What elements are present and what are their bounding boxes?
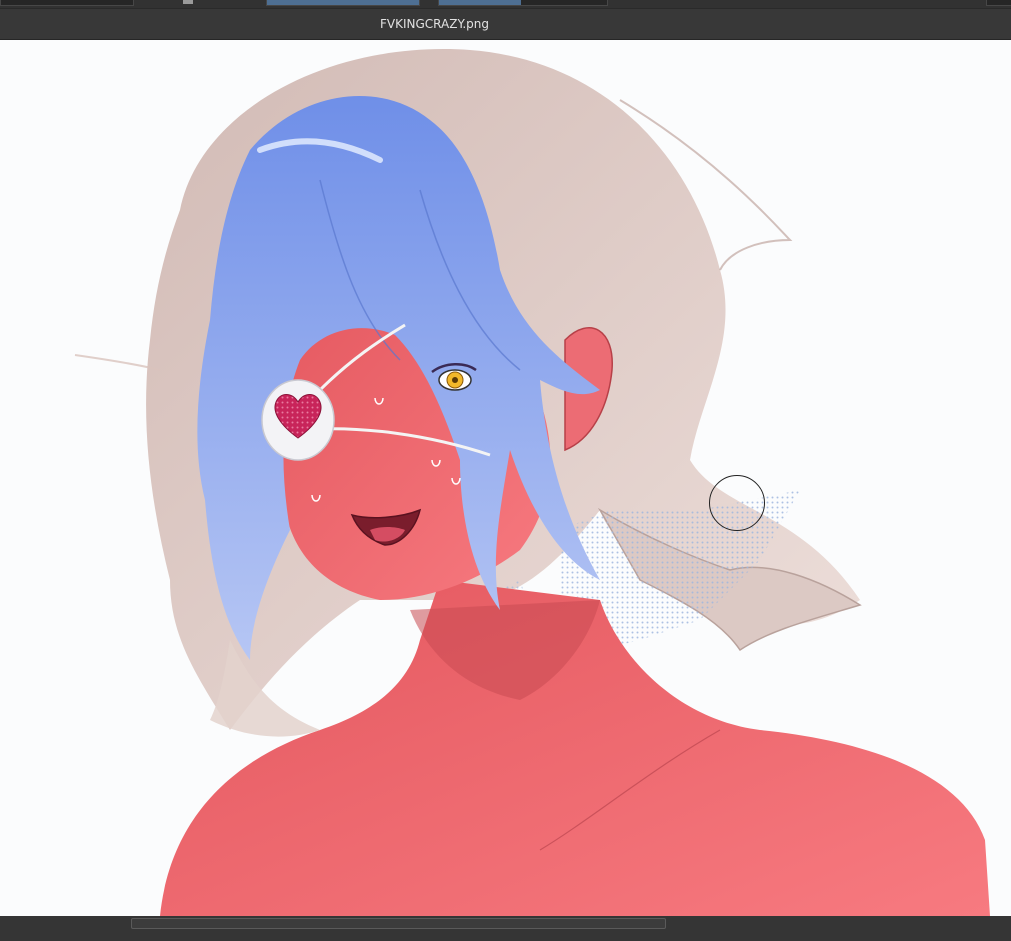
toolbar-field[interactable] [0, 0, 134, 6]
size-slider[interactable] [438, 0, 608, 6]
drawing-canvas[interactable] [0, 40, 1011, 916]
document-title: FVKINGCRAZY.png [379, 17, 489, 31]
bottom-status-bar [0, 916, 1011, 941]
horizontal-scrollbar[interactable] [131, 918, 666, 929]
artwork-illustration [0, 40, 1011, 916]
pupil [452, 377, 458, 383]
opacity-slider[interactable] [266, 0, 420, 6]
brush-preset-icon[interactable] [183, 0, 193, 4]
top-toolbar [0, 0, 1011, 8]
document-tab[interactable]: FVKINGCRAZY.png [0, 8, 1011, 40]
size-slider-fill [439, 0, 521, 5]
opacity-slider-fill [267, 0, 419, 5]
toolbar-field-right[interactable] [986, 0, 1011, 6]
painting-app-window: FVKINGCRAZY.png [0, 0, 1011, 941]
brush-cursor [709, 475, 765, 531]
